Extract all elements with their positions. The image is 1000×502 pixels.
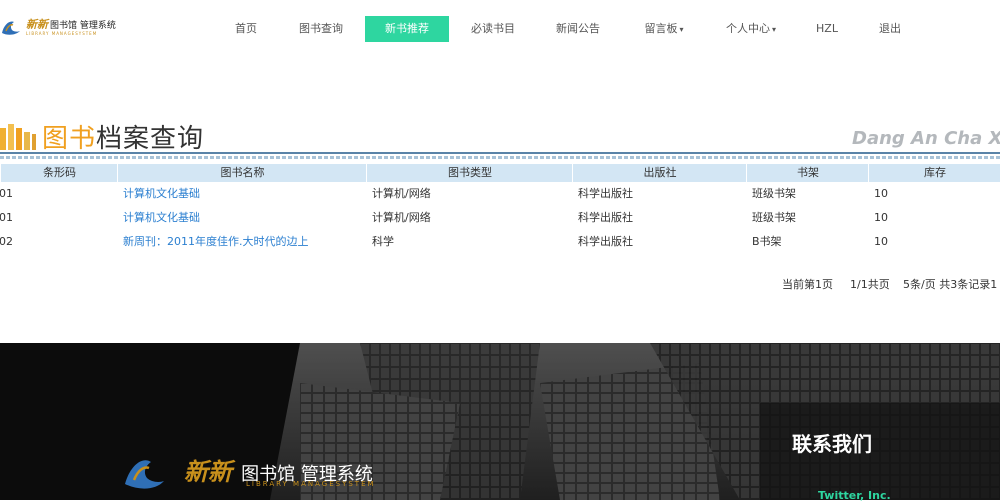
- site-logo[interactable]: 新新 图书馆 管理系统 LIBRARY MANAGESYSTEM: [0, 16, 116, 38]
- cell-publisher: 科学出版社: [578, 211, 633, 224]
- logo-title-text: 图书馆 管理系统: [50, 20, 116, 31]
- nav-item-label: 退出: [879, 22, 901, 35]
- table-row: 001 计算机文化基础计算机/网络 科学出版社 班级书架 10: [0, 206, 1000, 230]
- page-title-part2: 档案查询: [96, 124, 205, 154]
- cell-publisher: 科学出版社: [578, 187, 633, 200]
- nav-item-label: 个人中心: [725, 22, 770, 35]
- cell-shelf: 班级书架: [752, 187, 796, 200]
- cell-shelf: B书架: [752, 235, 782, 248]
- pager-pages: 1/1共页: [850, 278, 890, 291]
- logo-bird-icon: [2, 21, 20, 35]
- site-header: 新新 图书馆 管理系统 LIBRARY MANAGESYSTEM 首页 图书查询 新…: [0, 0, 1000, 58]
- nav-item-username[interactable]: HZL: [810, 16, 844, 42]
- cell-barcode: 001: [0, 211, 13, 224]
- logo-english-text: LIBRARY MANAGESYSTEM: [26, 30, 98, 36]
- contact-title: 联系我们: [792, 432, 872, 456]
- table-row: 002 新周刊：2011年度佳作.大时代的边上科学 科学出版社 B书架 10: [0, 230, 1000, 254]
- nav-item-logout[interactable]: 退出: [872, 16, 908, 42]
- column-header-book-name: 图书名称: [117, 164, 367, 182]
- table-header: 条形码 图书名称 图书类型 出版社 书架 库存: [0, 164, 1000, 182]
- pager-summary: 5条/页 共3条记录1: [903, 278, 998, 291]
- nav-item-message-board[interactable]: 留言板 ▾: [634, 16, 694, 42]
- page-title-english: Dang An Cha Xun: [852, 128, 1000, 149]
- book-title-link[interactable]: 新周刊：2011年度佳作.大时代的边上: [117, 230, 366, 254]
- nav-item-home[interactable]: 首页: [226, 16, 266, 42]
- column-header-book-type: 图书类型: [366, 164, 573, 182]
- page-title: 图书档案查询: [42, 118, 204, 155]
- cell-shelf: 班级书架: [752, 211, 796, 224]
- nav-item-label: 新书推荐: [385, 22, 429, 35]
- nav-item-required-reading[interactable]: 必读书目: [464, 16, 522, 42]
- nav-item-news[interactable]: 新闻公告: [548, 16, 608, 42]
- nav-item-book-search[interactable]: 图书查询: [292, 16, 350, 42]
- cell-stock: 10: [874, 235, 888, 248]
- cell-barcode: 002: [0, 235, 13, 248]
- cell-book-type: 计算机/网络: [372, 187, 431, 200]
- nav-item-new-books[interactable]: 新书推荐: [365, 16, 449, 42]
- nav-item-user-center[interactable]: 个人中心 ▾: [718, 16, 784, 42]
- book-title-link[interactable]: 计算机文化基础: [117, 206, 366, 230]
- nav-item-label: 留言板: [644, 22, 678, 35]
- nav-item-label: 首页: [235, 22, 257, 35]
- cell-barcode: 001: [0, 187, 13, 200]
- pager-current: 当前第1页: [782, 278, 833, 291]
- footer-logo-xin: 新新: [184, 457, 232, 486]
- page-title-part1: 图书: [42, 124, 97, 154]
- column-header-publisher: 出版社: [572, 164, 747, 182]
- nav-item-label: 图书查询: [299, 22, 343, 35]
- title-divider: [0, 152, 1000, 154]
- footer-logo-english: LIBRARY MANAGESYSTEM: [246, 480, 376, 488]
- cell-stock: 10: [874, 187, 888, 200]
- nav-item-label: 必读书目: [471, 22, 515, 35]
- column-header-barcode: 条形码: [0, 164, 118, 182]
- twitter-link[interactable]: Twitter, Inc.: [818, 489, 891, 502]
- cell-stock: 10: [874, 211, 888, 224]
- footer-logo-bird-icon: [125, 460, 164, 489]
- nav-item-label: HZL: [816, 22, 838, 35]
- cell-book-type: 科学: [372, 235, 394, 248]
- title-decoration-icon: [0, 124, 36, 150]
- column-header-shelf: 书架: [746, 164, 869, 182]
- nav-item-label: 新闻公告: [556, 22, 600, 35]
- logo-xin-text: 新新: [26, 17, 48, 31]
- cell-publisher: 科学出版社: [578, 235, 633, 248]
- book-title-link[interactable]: 计算机文化基础: [117, 182, 366, 206]
- title-divider-dotted: [0, 156, 1000, 159]
- column-header-stock: 库存: [868, 164, 1000, 182]
- chevron-down-icon: ▾: [679, 25, 684, 34]
- chevron-down-icon: ▾: [771, 25, 776, 34]
- table-row: 001 计算机文化基础计算机/网络 科学出版社 班级书架 10: [0, 182, 1000, 206]
- cell-book-type: 计算机/网络: [372, 211, 431, 224]
